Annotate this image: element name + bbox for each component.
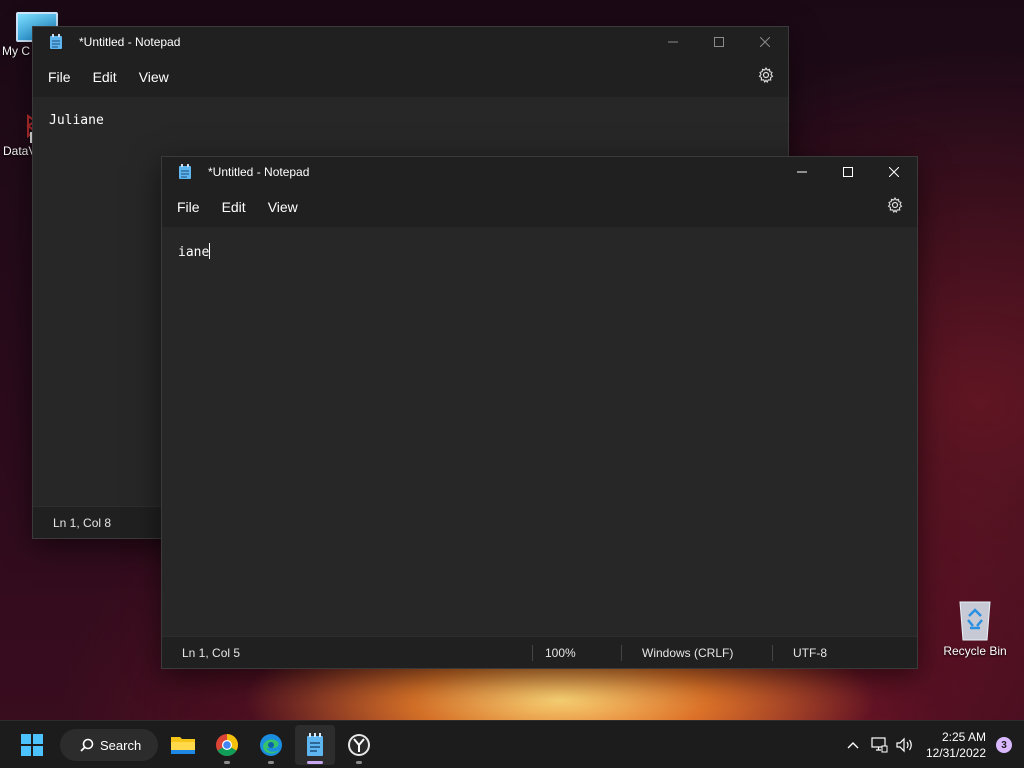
menu-edit[interactable]: Edit — [211, 191, 257, 223]
search-icon — [80, 738, 94, 752]
menu-view[interactable]: View — [257, 191, 309, 223]
chrome-icon — [216, 734, 238, 756]
edge-icon — [260, 734, 282, 756]
clock-time: 2:25 AM — [941, 730, 986, 744]
cursor-position: Ln 1, Col 8 — [53, 515, 112, 530]
window-title: *Untitled - Notepad — [79, 35, 181, 49]
network-icon[interactable] — [866, 737, 892, 753]
editor-text: Juliane — [49, 113, 104, 128]
notepad-icon — [178, 164, 192, 180]
zoom-level: 100% — [545, 645, 576, 660]
running-indicator — [224, 761, 230, 764]
desktop-icon-label: Recycle Bin — [943, 644, 1007, 658]
running-indicator — [356, 761, 362, 764]
menu-file[interactable]: File — [166, 191, 211, 223]
search-label: Search — [100, 737, 142, 753]
menu-bar: File Edit View — [33, 57, 788, 97]
running-indicator — [307, 761, 323, 764]
maximize-button[interactable] — [696, 27, 742, 57]
menu-file[interactable]: File — [37, 61, 82, 93]
menu-bar: File Edit View — [162, 187, 917, 227]
settings-gear-icon[interactable] — [887, 196, 903, 216]
taskbar-clock[interactable]: 2:25 AM 12/31/2022 — [926, 729, 986, 761]
running-indicator — [268, 761, 274, 764]
title-bar[interactable]: *Untitled - Notepad — [162, 157, 917, 187]
file-explorer-button[interactable] — [163, 725, 203, 765]
show-hidden-icons-chevron-icon[interactable] — [840, 741, 866, 749]
settings-gear-icon[interactable] — [758, 66, 774, 86]
line-ending: Windows (CRLF) — [642, 645, 734, 660]
encoding: UTF-8 — [793, 645, 827, 660]
chrome-button[interactable] — [207, 725, 247, 765]
taskbar-search-button[interactable]: Search — [60, 729, 158, 761]
windows-logo-icon — [21, 734, 43, 756]
taskbar: Search 2:25 AM 12/31/2022 3 — [0, 720, 1024, 768]
clock-icon — [348, 734, 370, 756]
system-tray: 2:25 AM 12/31/2022 3 — [840, 721, 1024, 768]
notification-badge[interactable]: 3 — [996, 737, 1012, 753]
desktop-icon-recycle-bin[interactable]: Recycle Bin — [940, 598, 1010, 658]
edge-button[interactable] — [251, 725, 291, 765]
notepad-taskbar-button[interactable] — [295, 725, 335, 765]
cursor-position: Ln 1, Col 5 — [182, 645, 241, 660]
menu-edit[interactable]: Edit — [82, 61, 128, 93]
text-editor[interactable]: iane — [162, 227, 917, 636]
minimize-button[interactable] — [779, 157, 825, 187]
maximize-button[interactable] — [825, 157, 871, 187]
clock-app-button[interactable] — [339, 725, 379, 765]
window-title: *Untitled - Notepad — [208, 165, 310, 179]
minimize-button[interactable] — [650, 27, 696, 57]
recycle-bin-icon — [957, 598, 993, 642]
notepad-window-foreground[interactable]: *Untitled - Notepad File Edit View iane … — [161, 156, 918, 669]
title-bar[interactable]: *Untitled - Notepad — [33, 27, 788, 57]
editor-text: iane — [178, 245, 210, 260]
clock-date: 12/31/2022 — [925, 746, 986, 760]
notepad-icon — [49, 34, 63, 50]
close-button[interactable] — [871, 157, 917, 187]
menu-view[interactable]: View — [128, 61, 180, 93]
folder-icon — [171, 737, 195, 754]
volume-icon[interactable] — [892, 737, 918, 753]
text-caret — [209, 243, 211, 259]
status-bar: Ln 1, Col 5 100% Windows (CRLF) UTF-8 — [162, 636, 917, 668]
notepad-icon — [307, 733, 323, 756]
start-button[interactable] — [12, 725, 52, 765]
close-button[interactable] — [742, 27, 788, 57]
